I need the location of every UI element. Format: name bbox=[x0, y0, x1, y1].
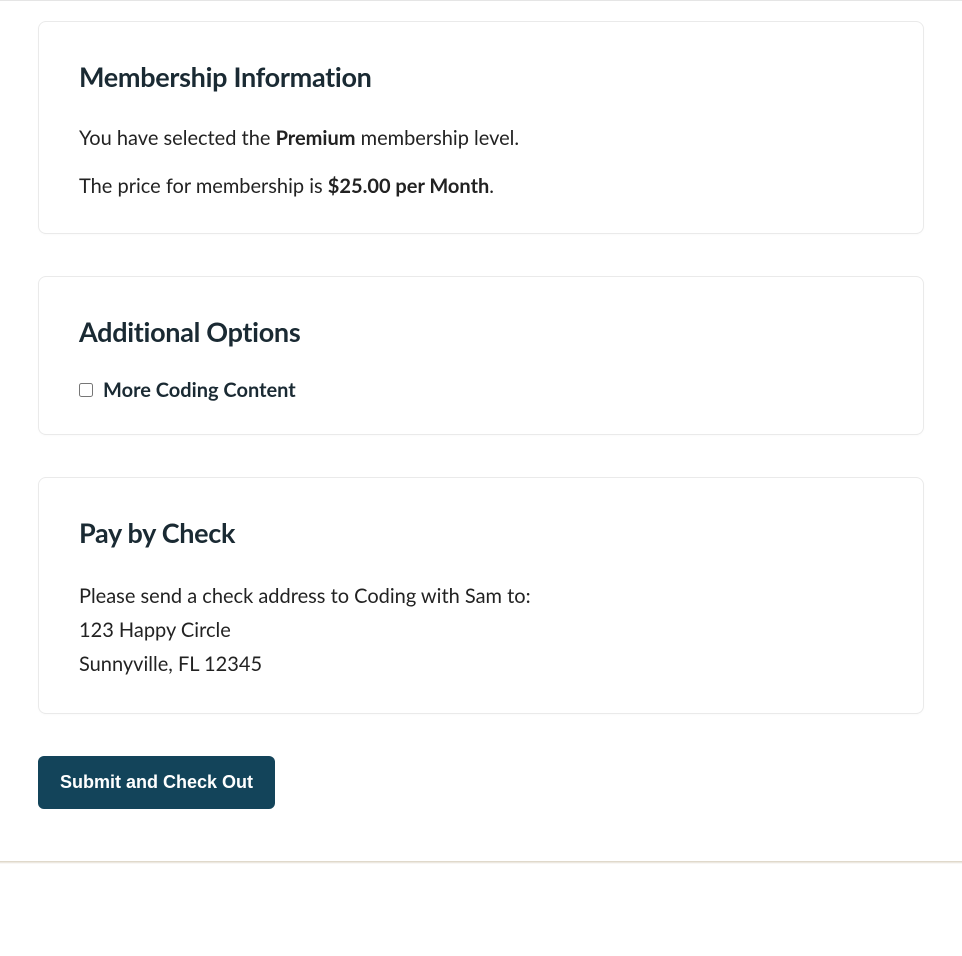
payment-intro: Please send a check address to Coding wi… bbox=[79, 579, 883, 613]
submit-button[interactable]: Submit and Check Out bbox=[38, 756, 275, 809]
options-heading: Additional Options bbox=[79, 315, 883, 348]
payment-address-line1: 123 Happy Circle bbox=[79, 613, 883, 647]
payment-address: Please send a check address to Coding wi… bbox=[79, 579, 883, 681]
membership-price-text: The price for membership is $25.00 per M… bbox=[79, 171, 883, 201]
option-more-coding-content[interactable]: More Coding Content bbox=[79, 378, 883, 402]
pay-by-check-card: Pay by Check Please send a check address… bbox=[38, 477, 924, 714]
payment-address-line2: Sunnyville, FL 12345 bbox=[79, 647, 883, 681]
membership-info-card: Membership Information You have selected… bbox=[38, 21, 924, 234]
option-label: More Coding Content bbox=[103, 378, 296, 402]
option-checkbox[interactable] bbox=[79, 383, 93, 397]
membership-level-text: You have selected the Premium membership… bbox=[79, 123, 883, 153]
additional-options-card: Additional Options More Coding Content bbox=[38, 276, 924, 435]
bottom-divider bbox=[0, 861, 962, 864]
payment-heading: Pay by Check bbox=[79, 516, 883, 549]
membership-heading: Membership Information bbox=[79, 60, 883, 93]
